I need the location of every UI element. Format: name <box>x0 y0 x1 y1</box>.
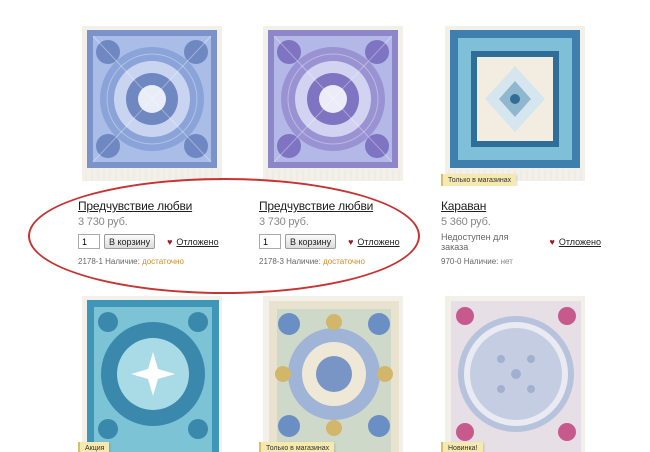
product-badge: Акция <box>78 442 110 452</box>
product-card: Предчувствие любви 3 730 руб. В корзину … <box>78 26 238 266</box>
product-badge: Только в магазинах <box>259 442 335 452</box>
product-title-link[interactable]: Караван <box>441 199 601 213</box>
product-image[interactable]: Новинка! <box>441 294 587 452</box>
article-number: 2178-3 <box>259 257 284 266</box>
product-actions: В корзину ♥ Отложено <box>259 233 419 250</box>
product-price: 3 730 руб. <box>259 216 309 228</box>
wishlist-label[interactable]: Отложено <box>559 237 601 247</box>
product-card: Только в магазинах Караван 5 360 руб. Не… <box>441 26 601 266</box>
stock-value: достаточно <box>142 257 184 266</box>
product-image[interactable]: Только в магазинах <box>441 26 587 186</box>
product-title-link[interactable]: Предчувствие любви <box>259 199 419 213</box>
stock-label: Наличие: <box>286 257 321 266</box>
wishlist-link[interactable]: ♥ Отложено <box>348 237 400 247</box>
stock-label: Наличие: <box>463 257 499 266</box>
stock-info: 2178-3 Наличие: достаточно <box>259 257 419 266</box>
product-card: Предчувствие любви 3 730 руб. В корзину … <box>259 26 419 266</box>
product-actions: В корзину ♥ Отложено <box>78 233 238 250</box>
heart-icon: ♥ <box>348 236 354 247</box>
stock-value: достаточно <box>323 257 365 266</box>
product-image[interactable]: Акция <box>78 294 224 452</box>
heart-icon: ♥ <box>549 236 555 247</box>
wishlist-link[interactable]: ♥ Отложено <box>167 237 219 247</box>
quantity-input[interactable] <box>78 234 100 249</box>
product-price: 3 730 руб. <box>78 216 128 228</box>
product-badge: Только в магазинах <box>441 174 517 186</box>
product-card: Только в магазинах <box>259 294 419 452</box>
product-badge: Новинка! <box>441 442 483 452</box>
stock-value: нет <box>500 257 513 266</box>
heart-icon: ♥ <box>167 236 173 247</box>
add-to-cart-button[interactable]: В корзину <box>285 234 337 249</box>
unavailable-notice: Недоступен для заказа <box>441 231 509 252</box>
article-number: 2178-1 <box>78 257 103 266</box>
product-actions: Недоступен для заказа ♥ Отложено <box>441 231 601 252</box>
quantity-input[interactable] <box>259 234 281 249</box>
wishlist-link[interactable]: ♥ Отложено <box>549 237 601 247</box>
wishlist-label[interactable]: Отложено <box>176 237 218 247</box>
product-image[interactable] <box>78 26 224 186</box>
product-price: 5 360 руб. <box>441 216 491 228</box>
product-card: Новинка! <box>441 294 601 452</box>
stock-info: 970-0 Наличие: нет <box>441 257 601 266</box>
product-card: Акция <box>78 294 238 452</box>
article-number: 970-0 <box>441 257 462 266</box>
product-image[interactable]: Только в магазинах <box>259 294 405 452</box>
add-to-cart-button[interactable]: В корзину <box>104 234 156 249</box>
product-title-link[interactable]: Предчувствие любви <box>78 199 238 213</box>
stock-label: Наличие: <box>105 257 140 266</box>
stock-info: 2178-1 Наличие: достаточно <box>78 257 238 266</box>
wishlist-label[interactable]: Отложено <box>357 237 399 247</box>
product-image[interactable] <box>259 26 405 186</box>
